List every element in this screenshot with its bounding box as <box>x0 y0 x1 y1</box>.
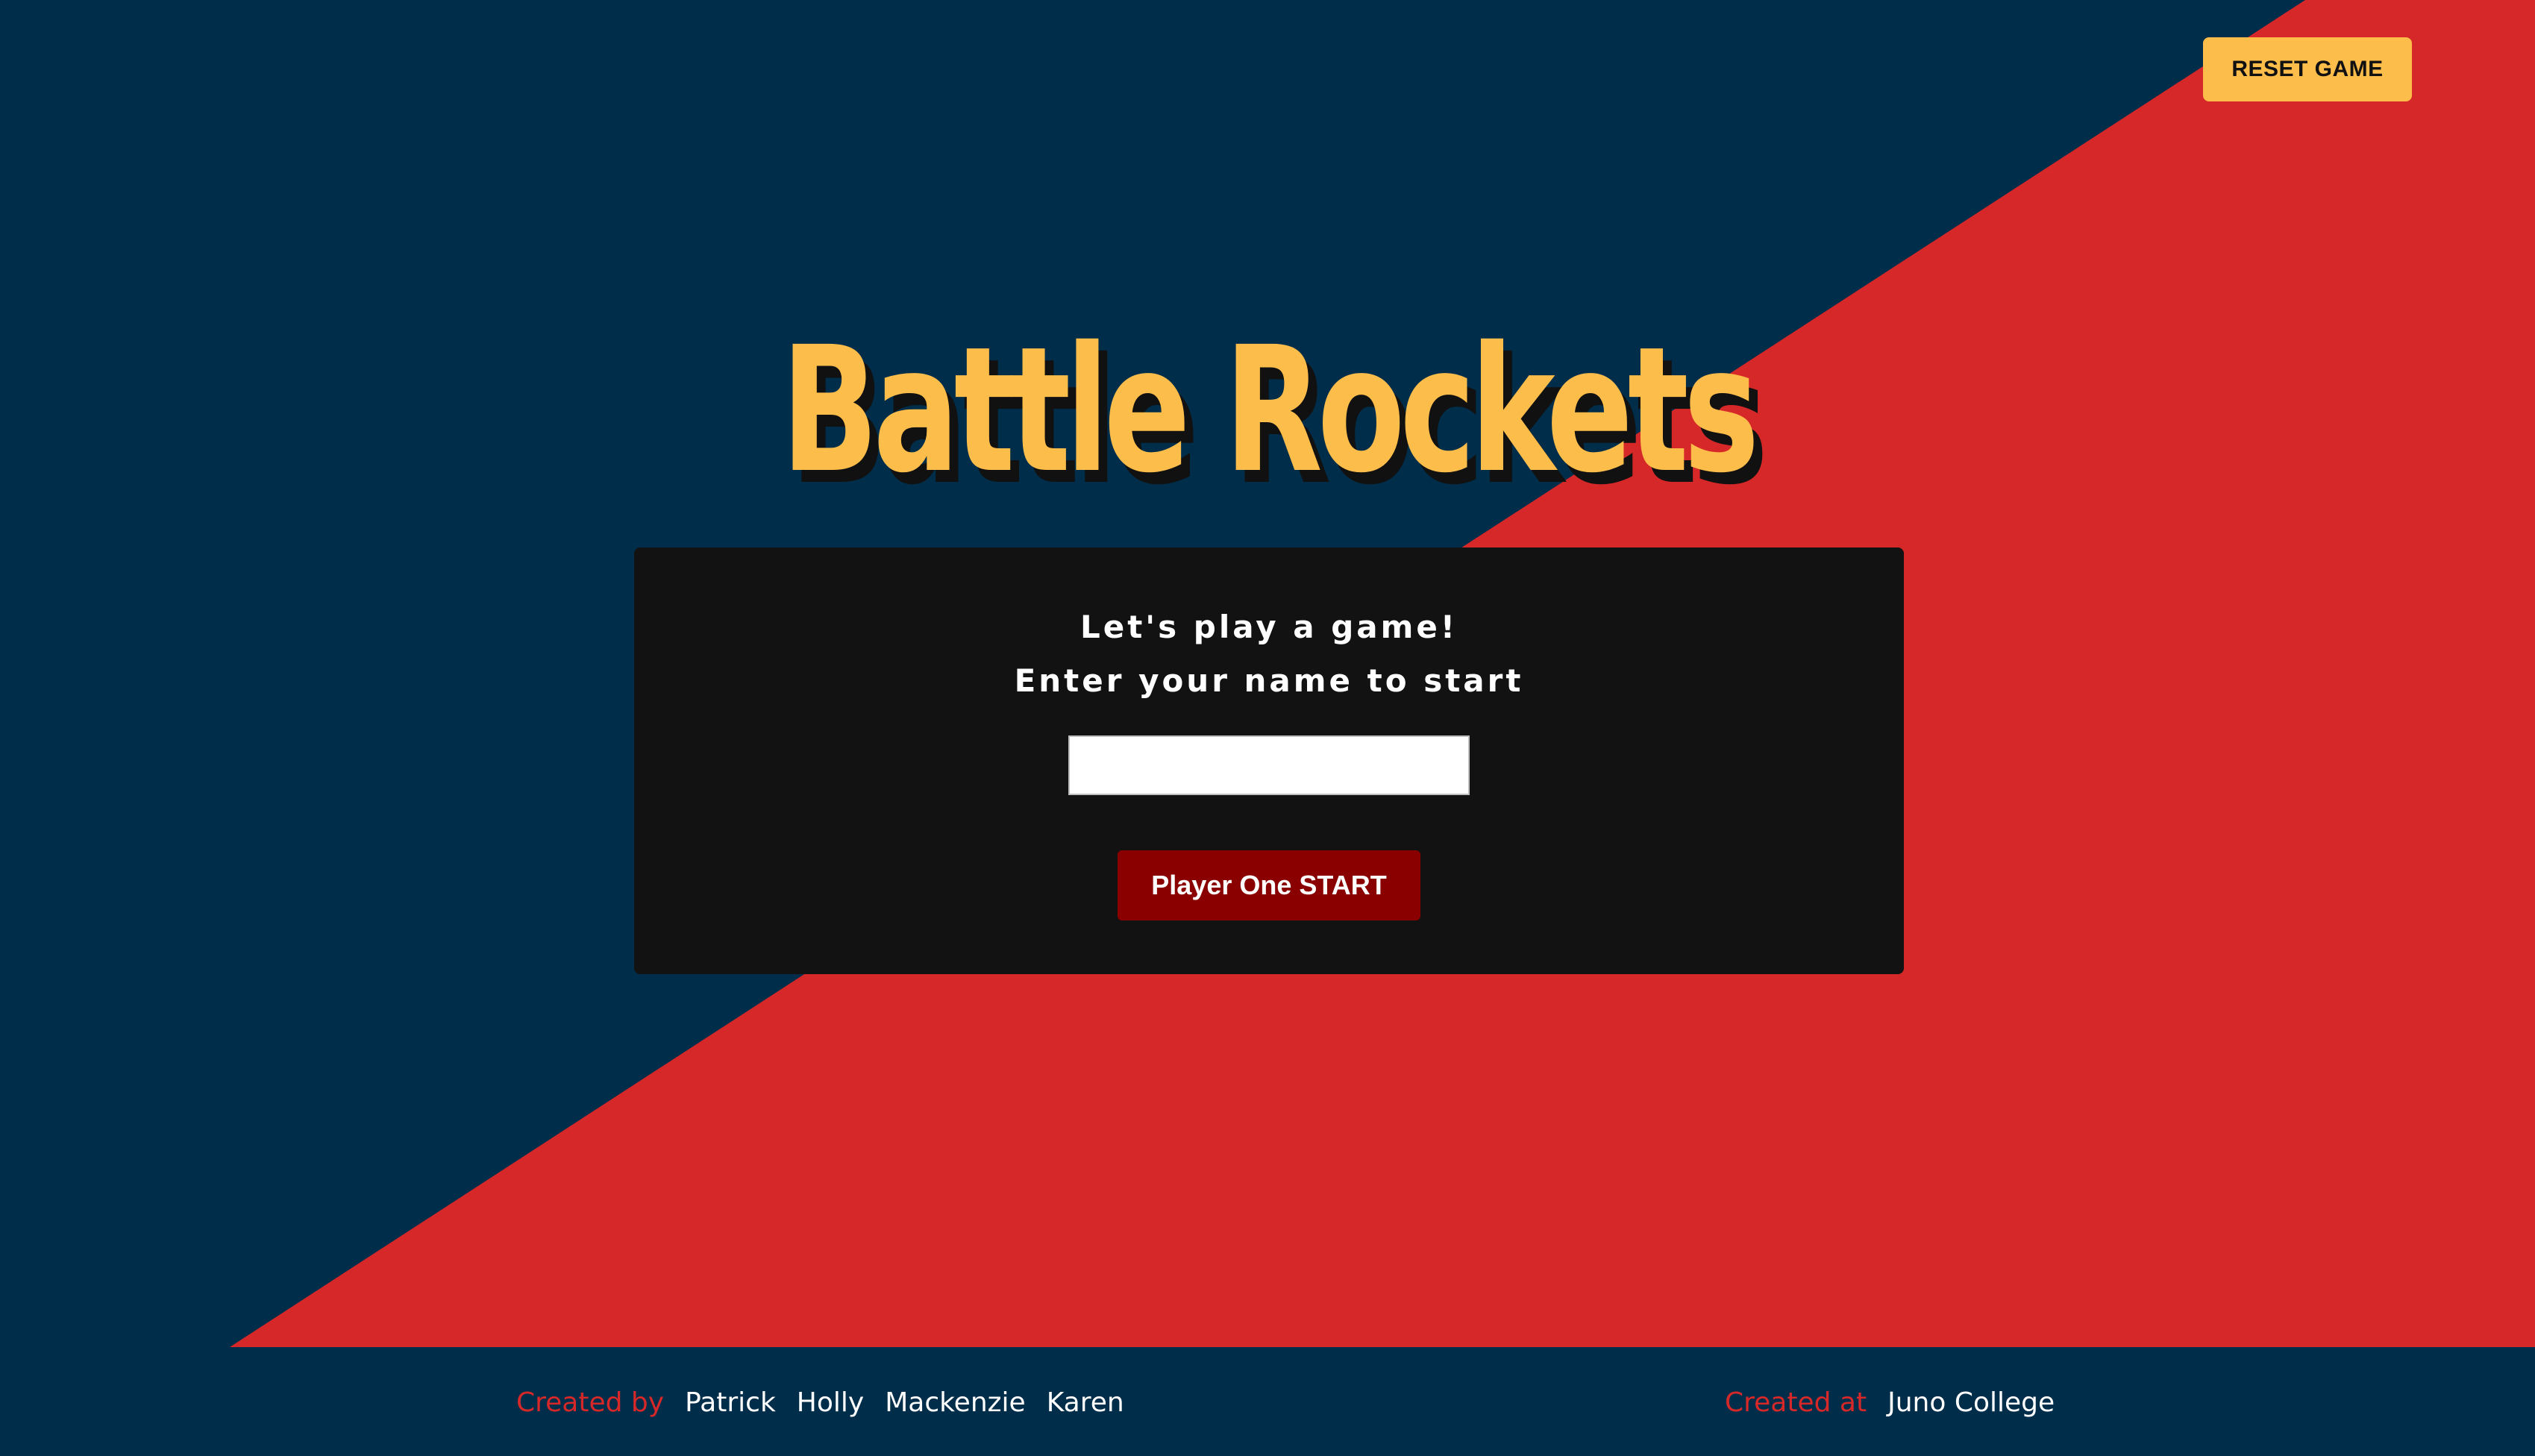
creator-link-mackenzie[interactable]: Mackenzie <box>885 1387 1026 1418</box>
created-by-label: Created by <box>516 1387 665 1418</box>
creator-link-karen[interactable]: Karen <box>1047 1387 1124 1418</box>
page-title: Battle Rockets <box>780 310 1760 511</box>
created-at-label: Created at <box>1725 1387 1867 1418</box>
player-one-start-button[interactable]: Player One START <box>1118 850 1420 920</box>
player-name-input[interactable] <box>1068 735 1470 795</box>
instruction-text: Enter your name to start <box>1014 662 1524 699</box>
footer: Created by Patrick Holly Mackenzie Karen… <box>0 1347 2535 1456</box>
game-page: RESET GAME Battle Rockets Let's play a g… <box>0 0 2535 1456</box>
creator-link-holly[interactable]: Holly <box>797 1387 864 1418</box>
greeting-text: Let's play a game! <box>1080 609 1458 645</box>
start-panel: Let's play a game! Enter your name to st… <box>634 547 1904 974</box>
school-link[interactable]: Juno College <box>1887 1387 2055 1418</box>
credits-group: Created by Patrick Holly Mackenzie Karen <box>516 1387 1145 1418</box>
school-group: Created at Juno College <box>1725 1387 2075 1418</box>
reset-game-button[interactable]: RESET GAME <box>2203 37 2412 101</box>
creator-link-patrick[interactable]: Patrick <box>685 1387 776 1418</box>
